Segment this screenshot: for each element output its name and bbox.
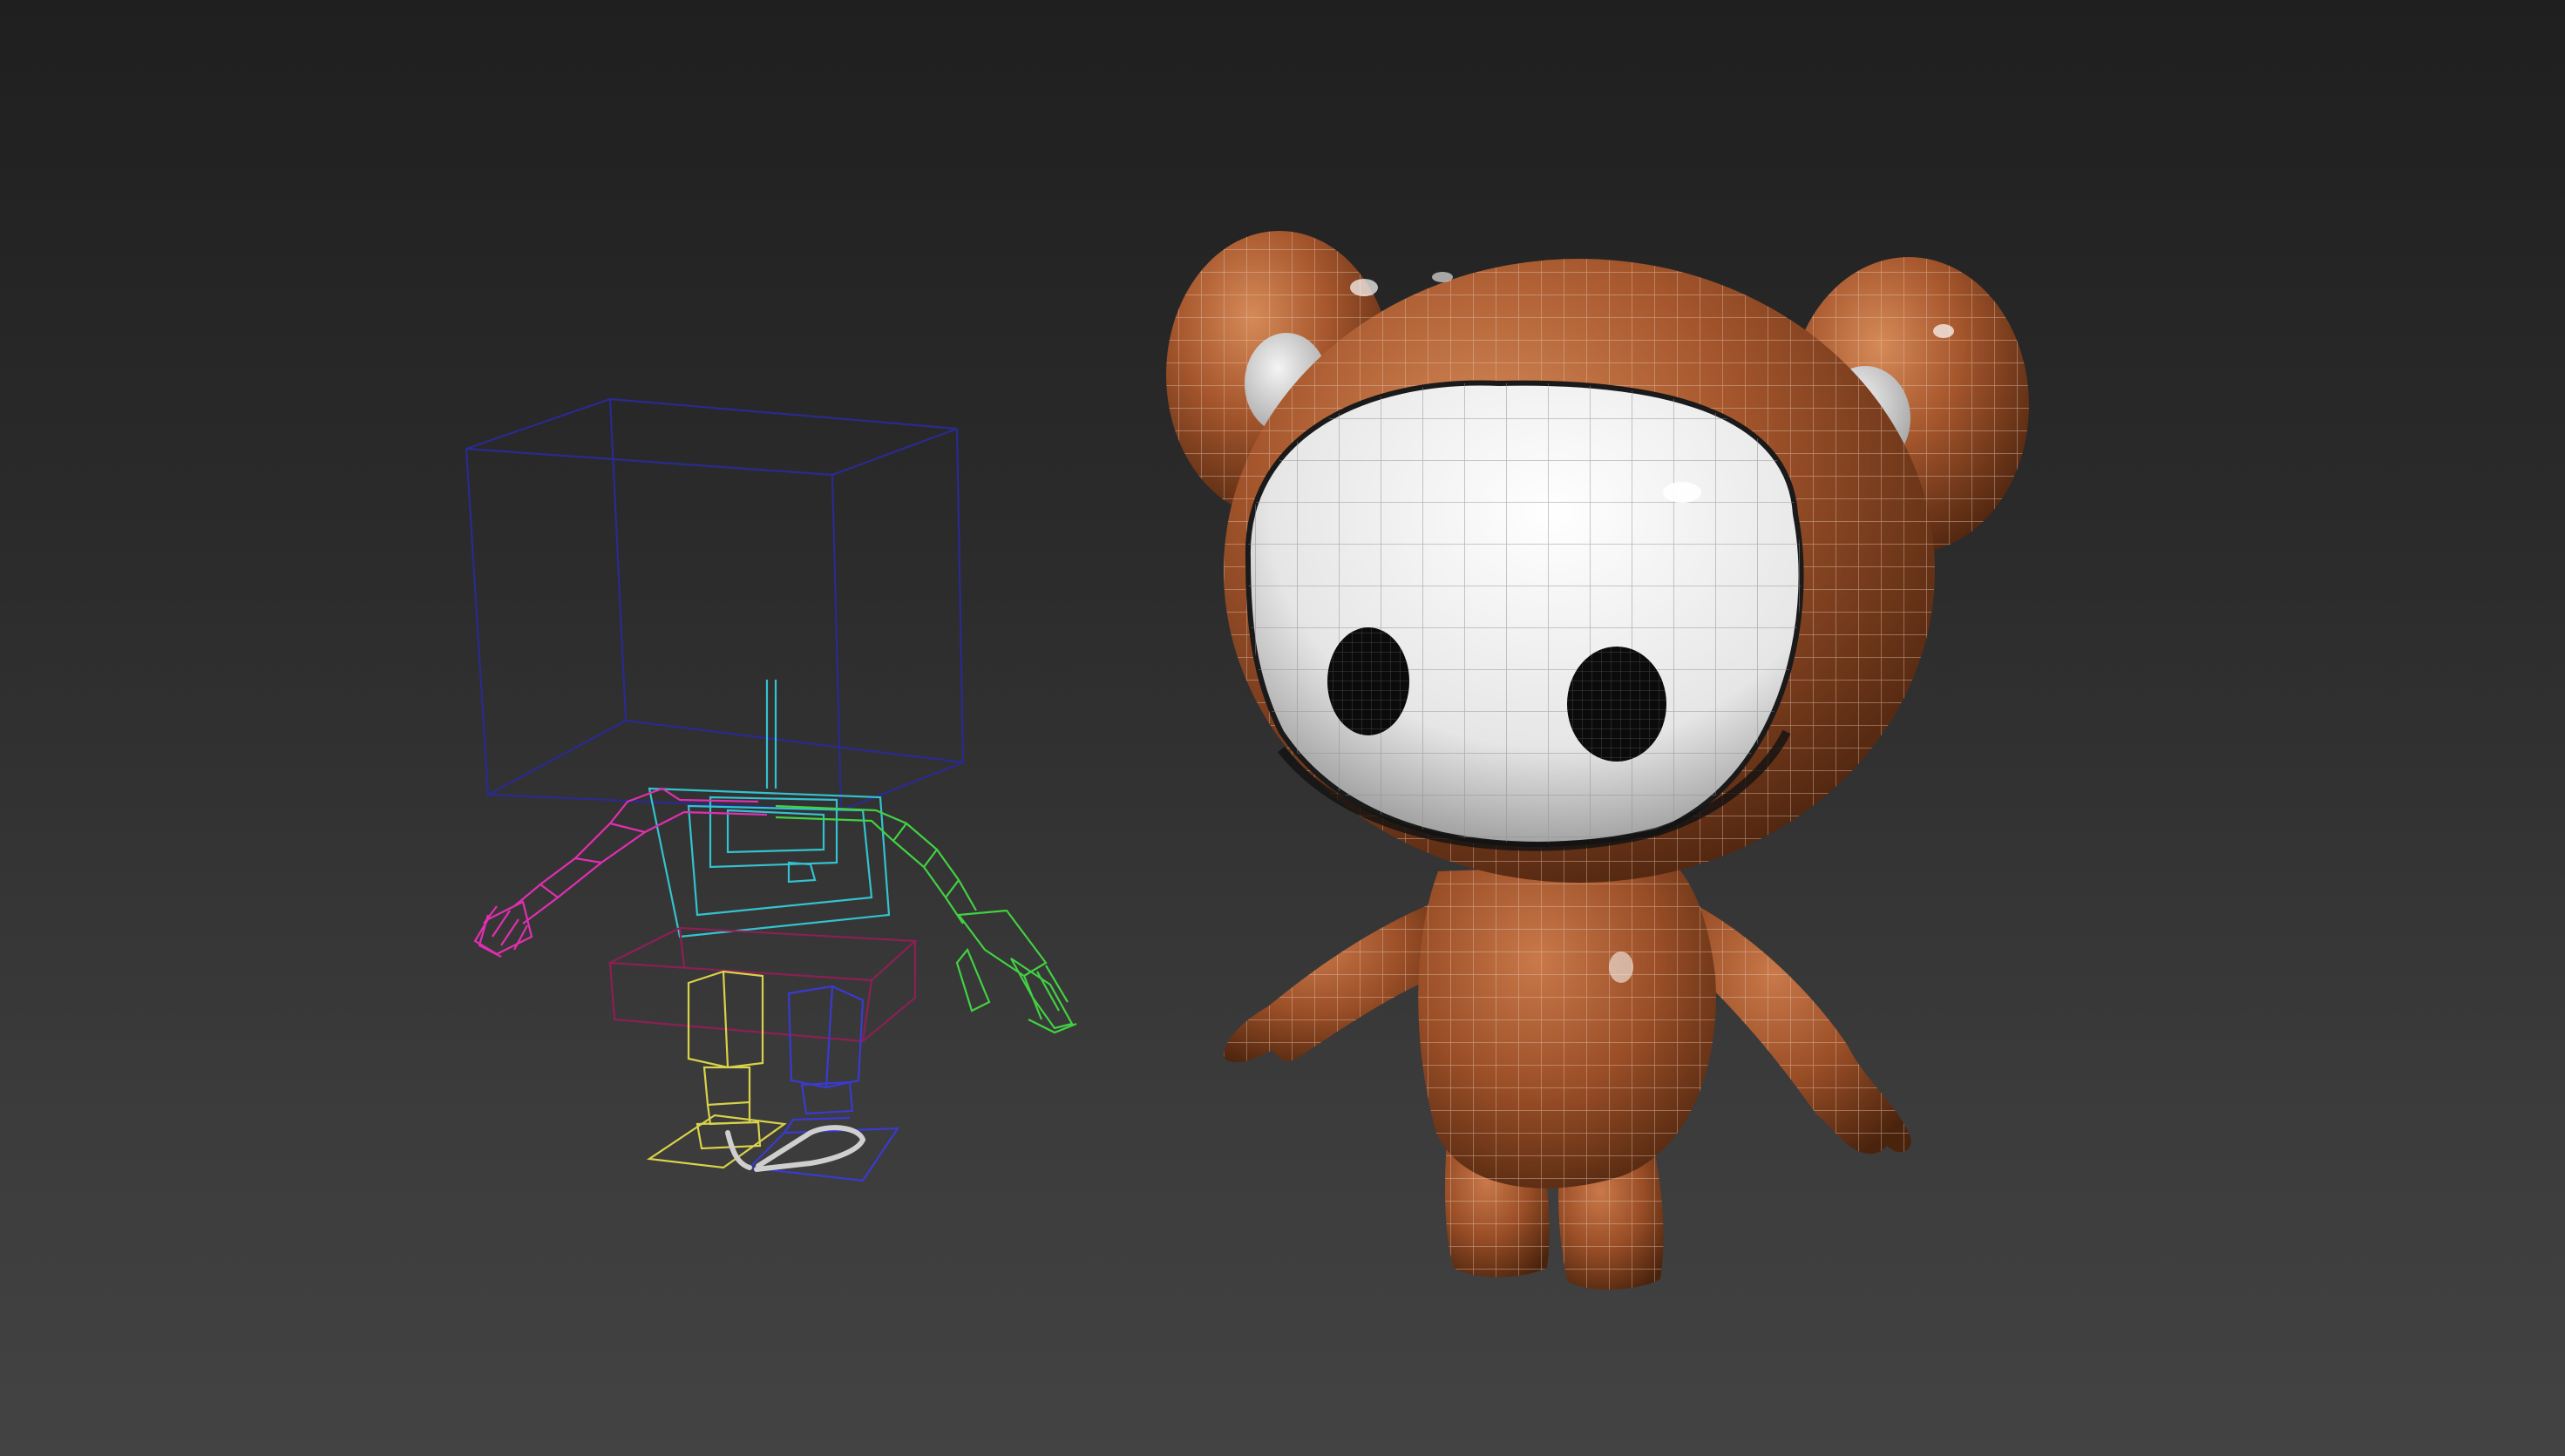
- bone-rig[interactable]: [465, 397, 1077, 1182]
- left-leg-bones[interactable]: [646, 970, 787, 1169]
- bear-head[interactable]: [1224, 259, 1935, 883]
- viewport-canvas[interactable]: [0, 0, 2565, 1456]
- foot-ik-curves[interactable]: [725, 1125, 866, 1172]
- right-arm-bones[interactable]: [775, 804, 1077, 1034]
- bear-torso[interactable]: [1418, 863, 1716, 1189]
- spine-bone[interactable]: [648, 680, 891, 938]
- 3d-viewport[interactable]: [0, 0, 2565, 1456]
- bear-character[interactable]: [1166, 231, 2029, 1290]
- head-control-box[interactable]: [465, 397, 965, 812]
- right-leg-bones[interactable]: [747, 985, 900, 1182]
